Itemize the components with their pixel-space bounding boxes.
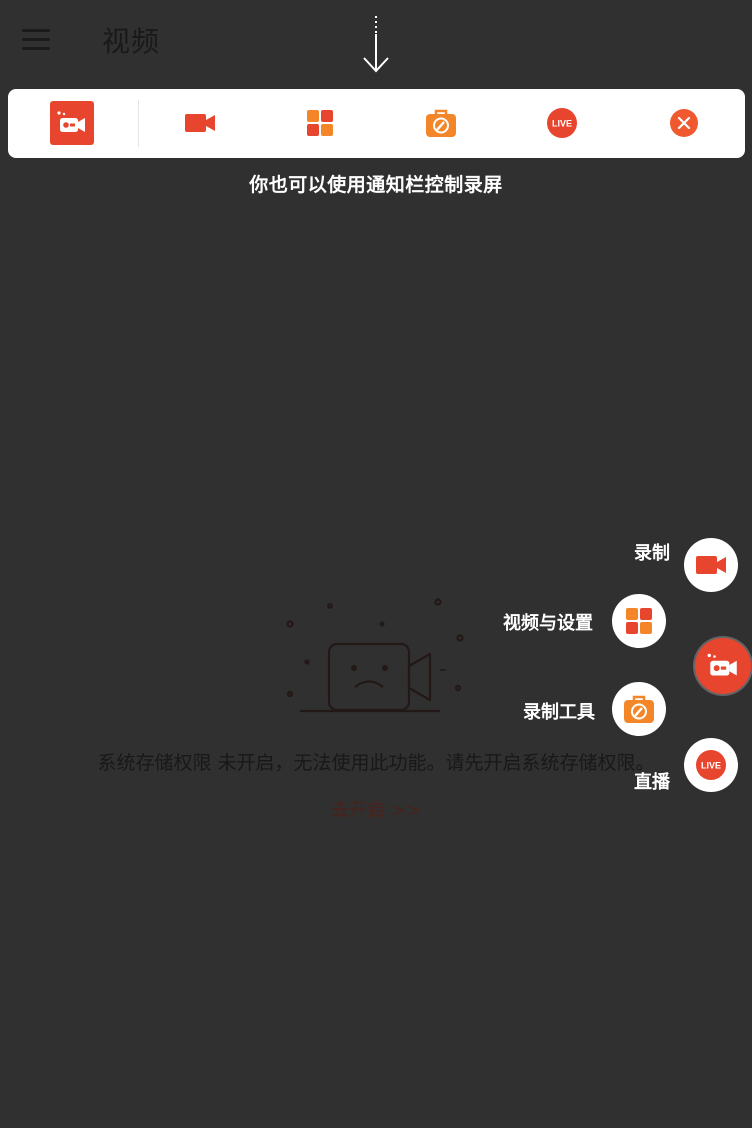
screen: 视频 系统存储权限 未开启，无法使用此功能。请先开启系统存储权限。 去开启 >>… xyxy=(0,0,752,1128)
record-video-icon xyxy=(696,556,726,574)
fab-record-button[interactable] xyxy=(684,538,738,592)
toolbox-icon xyxy=(624,695,654,723)
floating-recorder-button[interactable] xyxy=(695,638,751,694)
fab-tools-button[interactable] xyxy=(612,682,666,736)
svg-text:LIVE: LIVE xyxy=(701,761,721,771)
close-icon[interactable] xyxy=(666,105,702,141)
toolbox-icon[interactable] xyxy=(423,105,459,141)
videos-settings-label[interactable]: 视频与设置 xyxy=(503,609,593,635)
tools-label[interactable]: 录制工具 xyxy=(523,698,595,724)
app-logo-icon xyxy=(707,653,737,676)
videos-grid-icon xyxy=(626,608,652,634)
record-label[interactable]: 录制 xyxy=(634,539,670,565)
fab-live-button[interactable]: LIVE xyxy=(684,738,738,792)
live-stream-icon[interactable]: LIVE xyxy=(544,105,580,141)
svg-text:LIVE: LIVE xyxy=(552,119,572,129)
divider xyxy=(138,100,139,147)
record-video-icon[interactable] xyxy=(182,105,218,141)
pull-down-arrow-icon xyxy=(363,16,389,73)
live-stream-icon: LIVE xyxy=(696,750,726,780)
videos-grid-icon[interactable] xyxy=(302,105,338,141)
live-label[interactable]: 直播 xyxy=(634,768,670,794)
fab-videos-settings-button[interactable] xyxy=(612,594,666,648)
app-logo-icon[interactable] xyxy=(50,101,94,145)
notification-control-bar: LIVE xyxy=(8,89,745,158)
notification-hint-text: 你也可以使用通知栏控制录屏 xyxy=(249,174,503,196)
